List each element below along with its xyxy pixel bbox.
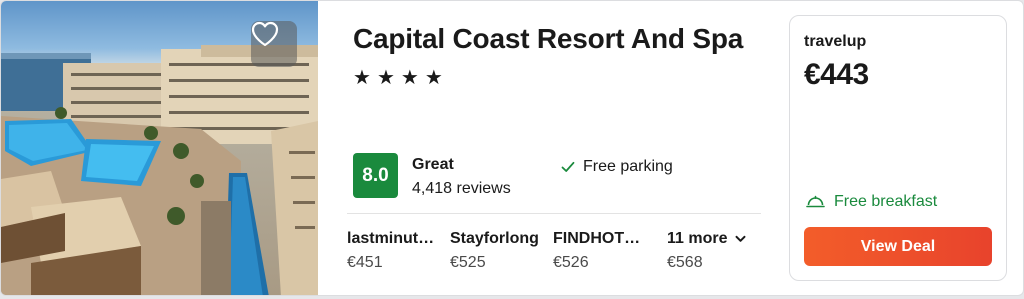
offer-provider: FINDHOT… — [553, 230, 641, 247]
more-offers-button[interactable]: 11 more €568 — [667, 230, 746, 272]
offer-item[interactable]: Stayforlong €525 — [450, 230, 550, 272]
star-icon: ★ — [376, 67, 395, 89]
more-offers-label: 11 more — [667, 230, 728, 247]
amenity-label: Free parking — [583, 158, 673, 175]
star-icon: ★ — [424, 67, 443, 89]
amenity-free-parking: Free parking — [561, 158, 673, 176]
offer-price: €526 — [553, 254, 589, 271]
hotel-name[interactable]: Capital Coast Resort And Spa — [353, 23, 743, 55]
star-icon: ★ — [353, 67, 371, 89]
divider — [347, 213, 761, 214]
view-deal-button[interactable]: View Deal — [804, 227, 992, 266]
star-icon: ★ — [400, 67, 419, 89]
hotel-photo[interactable] — [1, 1, 318, 295]
offer-provider: Stayforlong — [450, 230, 539, 247]
more-offers-price: €568 — [667, 254, 703, 271]
favorite-button[interactable] — [251, 21, 297, 67]
deal-extra-label: Free breakfast — [834, 193, 938, 210]
heart-icon — [251, 21, 279, 47]
chevron-down-icon — [735, 235, 746, 242]
rating-label: Great — [412, 156, 454, 173]
offer-provider: lastminut… — [347, 230, 435, 247]
free-breakfast-badge: Free breakfast — [806, 193, 937, 211]
rating-score-badge[interactable]: 8.0 — [353, 153, 398, 198]
hotel-result-card: Capital Coast Resort And Spa ★ ★ ★ ★ 8.0… — [0, 0, 1024, 296]
review-count[interactable]: 4,418 reviews — [412, 180, 511, 198]
deal-provider: travelup — [804, 33, 867, 50]
offer-item[interactable]: FINDHOT… €526 — [553, 230, 653, 272]
offer-price: €451 — [347, 254, 383, 271]
deal-price[interactable]: €443 — [804, 58, 869, 92]
offer-price: €525 — [450, 254, 486, 271]
breakfast-icon — [806, 195, 825, 208]
offer-item[interactable]: lastminut… €451 — [347, 230, 443, 272]
check-icon — [561, 161, 575, 172]
star-rating: ★ ★ ★ ★ — [353, 67, 443, 89]
best-deal-panel: travelup €443 Free breakfast View Deal — [789, 15, 1007, 281]
